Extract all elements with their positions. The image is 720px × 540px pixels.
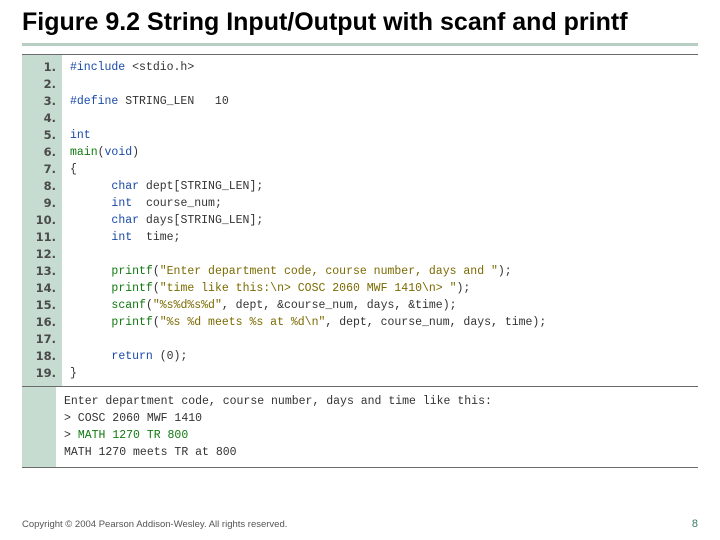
code-line: int time;: [70, 229, 698, 246]
line-number: 10.: [22, 212, 56, 229]
code-line: scanf("%s%d%s%d", dept, &course_num, day…: [70, 297, 698, 314]
code-area: 1.2.3.4.5.6.7.8.9.10.11.12.13.14.15.16.1…: [22, 55, 698, 387]
code-line: int: [70, 127, 698, 144]
line-number: 3.: [22, 93, 56, 110]
program-output: Enter department code, course number, da…: [56, 387, 698, 467]
figure-title: Figure 9.2 String Input/Output with scan…: [22, 8, 698, 37]
code-line: char days[STRING_LEN];: [70, 212, 698, 229]
slide: Figure 9.2 String Input/Output with scan…: [0, 0, 720, 540]
code-line: printf("%s %d meets %s at %d\n", dept, c…: [70, 314, 698, 331]
output-area: Enter department code, course number, da…: [22, 387, 698, 467]
code-line: [70, 110, 698, 127]
output-line: Enter department code, course number, da…: [64, 393, 698, 410]
line-number: 16.: [22, 314, 56, 331]
copyright-footer: Copyright © 2004 Pearson Addison-Wesley.…: [22, 519, 287, 530]
figure-caption: String Input/Output with scanf and print…: [140, 8, 627, 36]
line-number: 19.: [22, 365, 56, 382]
code-line: #define STRING_LEN 10: [70, 93, 698, 110]
figure-box: 1.2.3.4.5.6.7.8.9.10.11.12.13.14.15.16.1…: [22, 54, 698, 468]
line-number: 8.: [22, 178, 56, 195]
line-number: 15.: [22, 297, 56, 314]
code-line: [70, 246, 698, 263]
line-number: 4.: [22, 110, 56, 127]
gutter-tail: [22, 387, 56, 467]
line-number: 5.: [22, 127, 56, 144]
source-code: #include <stdio.h> #define STRING_LEN 10 i…: [62, 55, 698, 386]
figure-number: Figure 9.2: [22, 8, 140, 36]
line-number: 13.: [22, 263, 56, 280]
code-line: main(void): [70, 144, 698, 161]
line-number-gutter: 1.2.3.4.5.6.7.8.9.10.11.12.13.14.15.16.1…: [22, 55, 62, 386]
code-line: [70, 76, 698, 93]
line-number: 7.: [22, 161, 56, 178]
line-number: 17.: [22, 331, 56, 348]
line-number: 2.: [22, 76, 56, 93]
page-number: 8: [692, 518, 698, 530]
code-line: #include <stdio.h>: [70, 59, 698, 76]
line-number: 1.: [22, 59, 56, 76]
line-number: 12.: [22, 246, 56, 263]
output-line: > MATH 1270 TR 800: [64, 427, 698, 444]
output-line: MATH 1270 meets TR at 800: [64, 444, 698, 461]
code-line: char dept[STRING_LEN];: [70, 178, 698, 195]
code-line: printf("time like this:\n> COSC 2060 MWF…: [70, 280, 698, 297]
title-underline: [22, 43, 698, 46]
output-line: > COSC 2060 MWF 1410: [64, 410, 698, 427]
code-line: }: [70, 365, 698, 382]
line-number: 18.: [22, 348, 56, 365]
code-line: return (0);: [70, 348, 698, 365]
line-number: 11.: [22, 229, 56, 246]
code-line: int course_num;: [70, 195, 698, 212]
line-number: 6.: [22, 144, 56, 161]
code-line: [70, 331, 698, 348]
code-line: {: [70, 161, 698, 178]
line-number: 14.: [22, 280, 56, 297]
code-line: printf("Enter department code, course nu…: [70, 263, 698, 280]
line-number: 9.: [22, 195, 56, 212]
